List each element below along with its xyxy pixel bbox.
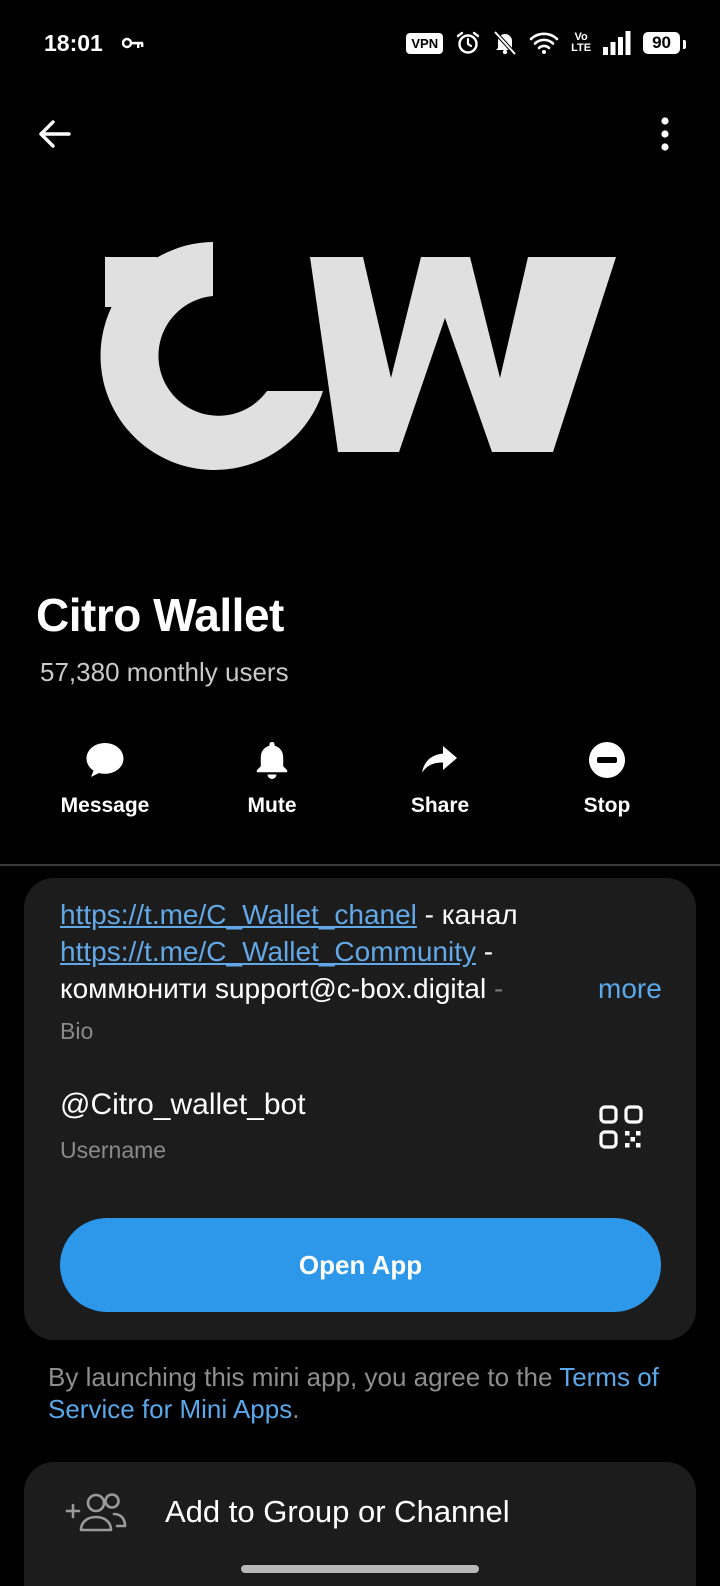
add-group-icon [65,1493,127,1532]
citro-wallet-logo [100,242,616,470]
action-bar: Message Mute Share Stop [0,738,720,828]
more-options-button[interactable] [645,110,685,158]
open-app-button[interactable]: Open App [60,1218,661,1312]
username-value[interactable]: @Citro_wallet_bot [60,1088,306,1122]
share-arrow-icon [422,746,457,773]
mute-button[interactable]: Mute [188,738,356,818]
username-caption: Username [60,1137,167,1163]
signal-icon [603,31,631,55]
status-icons: VPN Vo LTE 90 [406,30,686,56]
bio-text: https://t.me/C_Wallet_chanel - канал htt… [60,896,662,1007]
qr-code-icon[interactable] [598,1104,644,1150]
stop-button[interactable]: Stop [523,738,691,818]
status-time: 18:01 [44,30,103,56]
vpn-key-icon [122,37,144,49]
back-button[interactable] [30,110,78,158]
bio-link-community[interactable]: https://t.me/C_Wallet_Community [60,936,476,967]
bell-muted-icon [493,30,517,56]
monthly-users: 57,380 monthly users [40,657,289,687]
add-to-group-label: Add to Group or Channel [165,1494,510,1529]
volte-indicator: Vo LTE [571,31,592,54]
battery-indicator: 90 [643,32,686,54]
back-arrow-icon [39,120,71,148]
terms-notice: By launching this mini app, you agree to… [48,1362,659,1424]
section-divider [0,864,720,866]
bio-more-link[interactable]: more [578,970,662,1007]
more-vertical-icon [661,117,669,151]
message-button[interactable]: Message [21,738,189,818]
bio-caption: Bio [60,1018,94,1044]
profile-name: Citro Wallet [36,589,284,641]
chat-bubble-icon [86,743,124,777]
alarm-icon [456,31,480,54]
stop-circle-icon [589,742,625,778]
vpn-badge: VPN [406,32,444,54]
bio-link-channel[interactable]: https://t.me/C_Wallet_chanel [60,899,417,930]
home-indicator[interactable] [241,1565,479,1573]
share-button[interactable]: Share [356,738,524,818]
wifi-icon [529,32,559,54]
bell-icon [256,742,288,779]
